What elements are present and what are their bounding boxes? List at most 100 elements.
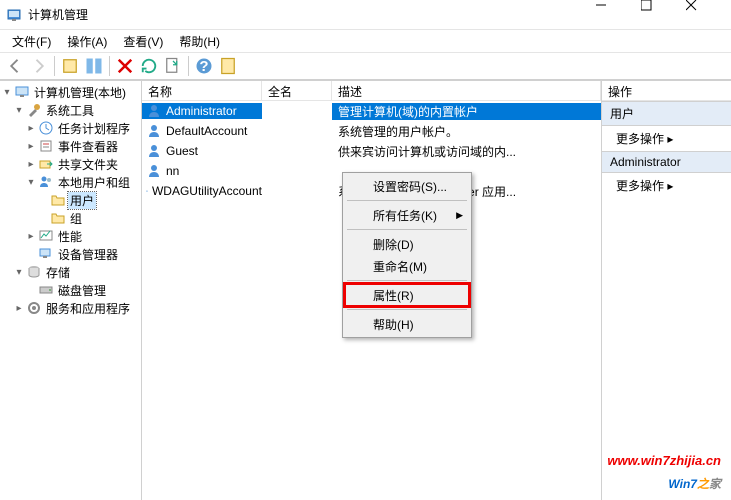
app-icon <box>6 7 22 23</box>
column-headers: 名称 全名 描述 <box>142 81 601 101</box>
ctx-properties[interactable]: 属性(R) <box>345 284 469 306</box>
menu-separator <box>347 229 467 230</box>
tree-twist[interactable]: ▸ <box>24 123 38 134</box>
user-name: nn <box>166 164 179 178</box>
menu-action[interactable]: 操作(A) <box>59 31 115 52</box>
delete-button[interactable] <box>114 55 136 77</box>
tree-groups[interactable]: 组 <box>68 210 84 227</box>
menubar: 文件(F) 操作(A) 查看(V) 帮助(H) <box>0 30 731 52</box>
tree-twist[interactable]: ▾ <box>24 177 38 188</box>
disk-icon <box>38 282 54 298</box>
watermark-brand: Win7之家 <box>607 468 721 494</box>
back-button[interactable] <box>4 55 26 77</box>
submenu-arrow-icon: ▶ <box>456 210 463 221</box>
actions-more-1[interactable]: 更多操作 ▸ <box>602 126 731 151</box>
actions-section-users: 用户 <box>602 101 731 126</box>
ctx-rename[interactable]: 重命名(M) <box>345 255 469 277</box>
menu-help[interactable]: 帮助(H) <box>171 31 228 52</box>
tree-twist[interactable]: ▾ <box>0 87 14 98</box>
tree-twist[interactable]: ▸ <box>24 159 38 170</box>
actions-more-2[interactable]: 更多操作 ▸ <box>602 173 731 198</box>
storage-icon <box>26 264 42 280</box>
list-pane: 名称 全名 描述 Administrator管理计算机(域)的内置帐户Defau… <box>142 81 601 500</box>
users-icon <box>38 174 54 190</box>
folder-icon <box>50 192 66 208</box>
actions-pane: 操作 用户 更多操作 ▸ Administrator 更多操作 ▸ <box>601 81 731 500</box>
user-name: WDAGUtilityAccount <box>152 184 262 198</box>
folder-icon <box>50 210 66 226</box>
col-name[interactable]: 名称 <box>142 81 262 100</box>
share-icon <box>38 156 54 172</box>
col-desc[interactable]: 描述 <box>332 81 601 100</box>
tree-pane: ▾ 计算机管理(本地) ▾ 系统工具 ▸ 任务计划程序 ▸ 事件查看器 ▸ 共享文件夹 ▾… <box>0 81 142 500</box>
up-button[interactable] <box>59 55 81 77</box>
tree-eventviewer[interactable]: 事件查看器 <box>56 138 120 155</box>
actions-section-admin: Administrator <box>602 151 731 173</box>
tree-twist[interactable]: ▸ <box>12 303 26 314</box>
ctx-all-tasks[interactable]: 所有任务(K) ▶ <box>345 204 469 226</box>
titlebar: 计算机管理 <box>0 0 731 30</box>
refresh-button[interactable] <box>138 55 160 77</box>
tree-services[interactable]: 服务和应用程序 <box>44 300 132 317</box>
tree-shared[interactable]: 共享文件夹 <box>56 156 120 173</box>
menu-view[interactable]: 查看(V) <box>115 31 171 52</box>
tree-twist[interactable]: ▾ <box>12 267 26 278</box>
user-desc: 管理计算机(域)的内置帐户 <box>332 103 601 120</box>
user-name: Administrator <box>166 104 237 118</box>
user-desc: 供来宾访问计算机或访问域的内... <box>332 143 601 160</box>
ctx-delete[interactable]: 删除(D) <box>345 233 469 255</box>
user-icon <box>146 163 162 179</box>
maximize-button[interactable] <box>641 0 686 30</box>
chevron-right-icon: ▸ <box>667 132 673 146</box>
user-row[interactable]: Administrator 管理计算机(域)的内置帐户 <box>142 101 601 121</box>
tree-scheduler[interactable]: 任务计划程序 <box>56 120 132 137</box>
tree-storage[interactable]: 存储 <box>44 264 72 281</box>
user-icon <box>146 123 162 139</box>
user-icon <box>146 103 162 119</box>
export-button[interactable] <box>162 55 184 77</box>
user-name: DefaultAccount <box>166 124 247 138</box>
user-row[interactable]: Guest 供来宾访问计算机或访问域的内... <box>142 141 601 161</box>
device-icon <box>38 246 54 262</box>
tree-twist[interactable]: ▸ <box>24 141 38 152</box>
services-icon <box>26 300 42 316</box>
window-title: 计算机管理 <box>28 6 596 23</box>
col-fullname[interactable]: 全名 <box>262 81 332 100</box>
user-icon <box>146 143 162 159</box>
tree-performance[interactable]: 性能 <box>56 228 84 245</box>
menu-file[interactable]: 文件(F) <box>4 31 59 52</box>
tree-root[interactable]: 计算机管理(本地) <box>32 84 128 101</box>
ctx-help[interactable]: 帮助(H) <box>345 313 469 335</box>
tree-systools[interactable]: 系统工具 <box>44 102 96 119</box>
user-name: Guest <box>166 144 198 158</box>
menu-separator <box>347 280 467 281</box>
forward-button[interactable] <box>28 55 50 77</box>
watermark: www.win7zhijia.cn Win7之家 <box>607 453 721 494</box>
watermark-url: www.win7zhijia.cn <box>607 453 721 468</box>
tree-twist[interactable]: ▸ <box>24 231 38 242</box>
close-button[interactable] <box>686 0 731 30</box>
menu-separator <box>347 200 467 201</box>
user-row[interactable]: DefaultAccount 系统管理的用户帐户。 <box>142 121 601 141</box>
tree-devicemgr[interactable]: 设备管理器 <box>56 246 120 263</box>
user-desc: 系统管理的用户帐户。 <box>332 123 601 140</box>
menu-separator <box>347 309 467 310</box>
show-hide-button[interactable] <box>83 55 105 77</box>
context-menu: 设置密码(S)... 所有任务(K) ▶ 删除(D) 重命名(M) 属性(R) 帮… <box>342 172 472 338</box>
help-button[interactable]: ? <box>193 55 215 77</box>
event-icon <box>38 138 54 154</box>
svg-text:?: ? <box>199 58 208 75</box>
user-icon <box>146 183 148 199</box>
tree-twist[interactable]: ▾ <box>12 105 26 116</box>
tree-users[interactable]: 用户 <box>68 192 96 209</box>
perf-icon <box>38 228 54 244</box>
chevron-right-icon: ▸ <box>667 179 673 193</box>
properties-button[interactable] <box>217 55 239 77</box>
ctx-all-tasks-label: 所有任务(K) <box>373 207 437 224</box>
tree-localusers[interactable]: 本地用户和组 <box>56 174 132 191</box>
ctx-set-password[interactable]: 设置密码(S)... <box>345 175 469 197</box>
tree-diskmgmt[interactable]: 磁盘管理 <box>56 282 108 299</box>
computer-icon <box>14 84 30 100</box>
minimize-button[interactable] <box>596 0 641 30</box>
scheduler-icon <box>38 120 54 136</box>
